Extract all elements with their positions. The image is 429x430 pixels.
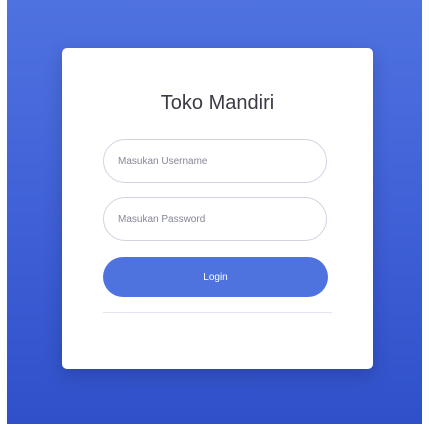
- login-card: Toko Mandiri Login: [62, 48, 373, 369]
- login-title: Toko Mandiri: [160, 92, 275, 114]
- password-input[interactable]: [103, 197, 327, 241]
- username-input[interactable]: [103, 139, 327, 183]
- divider: [103, 312, 332, 313]
- login-button[interactable]: Login: [103, 257, 328, 297]
